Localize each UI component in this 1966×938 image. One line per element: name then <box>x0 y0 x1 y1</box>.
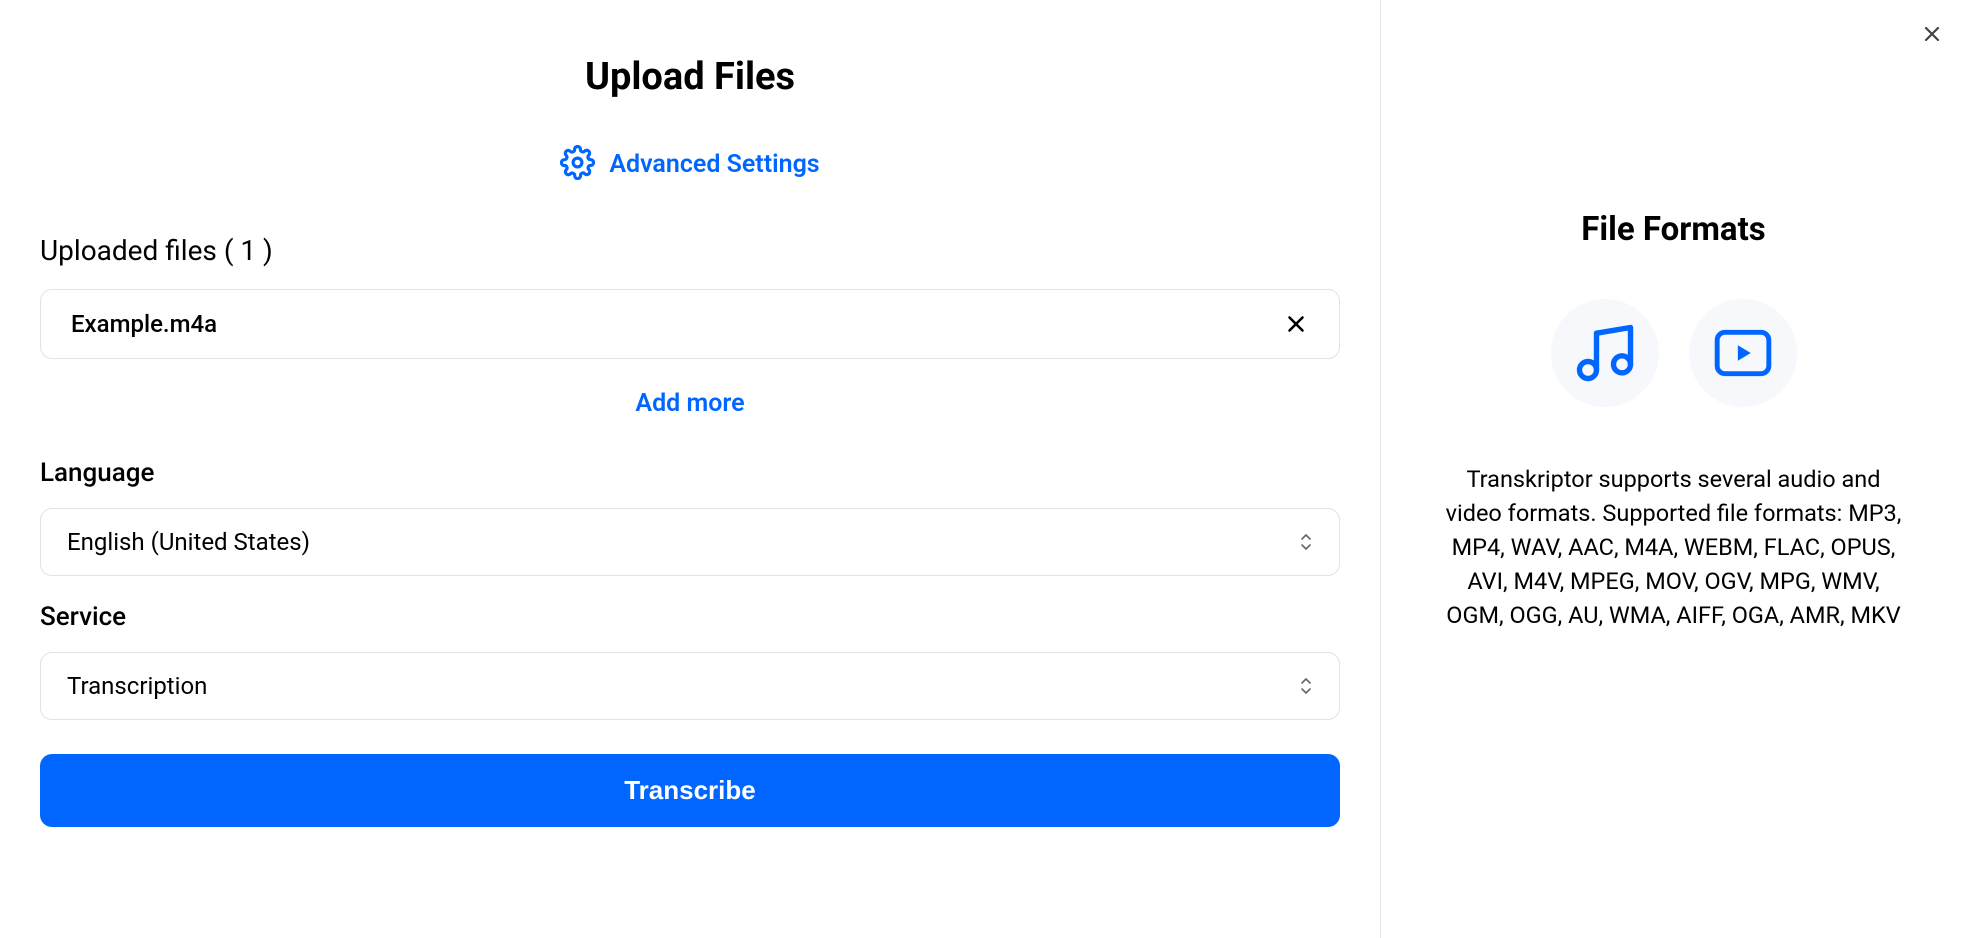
chevron-updown-icon <box>1299 677 1313 695</box>
music-icon <box>1571 319 1639 387</box>
page-title: Upload Files <box>40 55 1340 99</box>
video-play-icon <box>1712 322 1774 384</box>
uploaded-file-name: Example.m4a <box>71 310 217 338</box>
close-icon <box>1920 22 1944 46</box>
language-label: Language <box>40 458 1340 488</box>
format-icons-group <box>1431 299 1916 407</box>
gear-icon <box>560 145 595 184</box>
uploaded-files-heading: Uploaded files ( 1 ) <box>40 234 1340 267</box>
service-select[interactable]: Transcription <box>40 652 1340 720</box>
add-more-button[interactable]: Add more <box>40 389 1340 418</box>
advanced-settings-button[interactable]: Advanced Settings <box>40 145 1340 184</box>
language-select[interactable]: English (United States) <box>40 508 1340 576</box>
sidebar-title: File Formats <box>1431 210 1916 249</box>
audio-format-icon-circle <box>1551 299 1659 407</box>
chevron-updown-icon <box>1299 533 1313 551</box>
uploaded-file-row: Example.m4a <box>40 289 1340 359</box>
close-icon <box>1283 311 1309 337</box>
close-panel-button[interactable] <box>1916 18 1948 50</box>
service-label: Service <box>40 602 1340 632</box>
video-format-icon-circle <box>1689 299 1797 407</box>
service-selected-value: Transcription <box>67 672 207 700</box>
transcribe-button[interactable]: Transcribe <box>40 754 1340 827</box>
remove-file-button[interactable] <box>1283 311 1309 337</box>
advanced-settings-label: Advanced Settings <box>609 150 819 179</box>
language-selected-value: English (United States) <box>67 528 310 556</box>
formats-description: Transkriptor supports several audio and … <box>1431 462 1916 632</box>
